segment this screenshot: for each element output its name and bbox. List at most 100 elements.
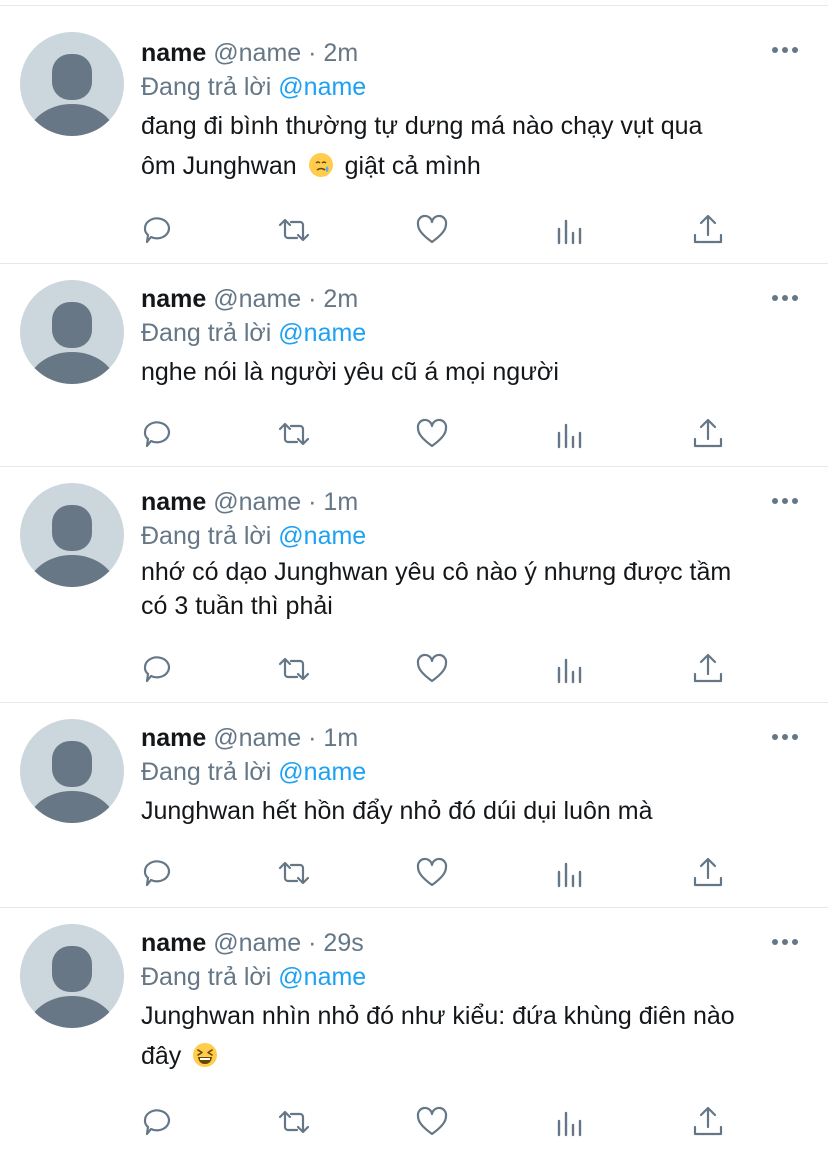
analytics-icon — [557, 219, 582, 245]
author-handle[interactable]: @name — [213, 929, 301, 957]
replying-to-handle[interactable]: @name — [278, 319, 366, 347]
replying-to: Đang trả lời @name — [141, 962, 804, 992]
separator-dot: · — [308, 724, 317, 752]
avatar[interactable] — [20, 32, 124, 136]
like-button[interactable] — [415, 652, 449, 686]
tweet-actions — [141, 1105, 731, 1139]
replying-to: Đang trả lời @name — [141, 521, 804, 551]
tweet-text: đang đi bình thường tự dưng má nào chạy … — [141, 106, 804, 186]
replying-to-handle[interactable]: @name — [278, 963, 366, 991]
tweet[interactable]: name @name · 2m Đang trả lời @name nghe … — [0, 264, 828, 467]
tweet-text-line: nhớ có dạo Junghwan yêu cô nào ý nhưng đ… — [141, 558, 732, 586]
analytics-button[interactable] — [553, 417, 587, 451]
timestamp[interactable]: 29s — [323, 929, 363, 957]
reply-button[interactable] — [141, 652, 175, 686]
avatar[interactable] — [20, 924, 124, 1028]
retweet-button[interactable] — [277, 417, 311, 451]
retweet-button[interactable] — [277, 856, 311, 890]
tweet-text-segment: giật cả mình — [344, 152, 481, 180]
author-handle[interactable]: @name — [213, 488, 301, 516]
retweet-button[interactable] — [277, 1105, 311, 1139]
share-button[interactable] — [691, 652, 725, 686]
grinning-squinting-face-emoji — [193, 1043, 218, 1067]
default-avatar-icon — [28, 741, 116, 823]
tweet[interactable]: name @name · 1m Đang trả lời @name Jungh… — [0, 703, 828, 908]
tweet-actions — [141, 417, 731, 451]
tweet-actions — [141, 652, 731, 686]
more-horizontal-icon[interactable] — [770, 936, 800, 948]
tweet-text-line: nghe nói là người yêu cũ á mọi người — [141, 358, 559, 386]
more-horizontal-icon[interactable] — [770, 292, 800, 304]
replying-to-handle[interactable]: @name — [278, 73, 366, 101]
avatar[interactable] — [20, 483, 124, 587]
timestamp[interactable]: 1m — [323, 724, 358, 752]
tweet[interactable]: name @name · 1m Đang trả lời @name nhớ c… — [0, 467, 828, 703]
tweet-header: name @name · 2m — [141, 284, 804, 314]
tweet-text-line: đây — [141, 1036, 804, 1076]
tweet-text: Junghwan hết hồn đẩy nhỏ đó dúi dụi luôn… — [141, 791, 804, 831]
author-handle[interactable]: @name — [213, 285, 301, 313]
replying-to-handle[interactable]: @name — [278, 758, 366, 786]
timestamp[interactable]: 2m — [323, 285, 358, 313]
default-avatar-icon — [28, 946, 116, 1028]
like-button[interactable] — [415, 1105, 449, 1139]
analytics-button[interactable] — [553, 856, 587, 890]
like-button[interactable] — [415, 417, 449, 451]
share-button[interactable] — [691, 1105, 725, 1139]
reply-button[interactable] — [141, 213, 175, 247]
separator-dot: · — [308, 39, 317, 67]
reply-button[interactable] — [141, 1105, 175, 1139]
analytics-button[interactable] — [553, 213, 587, 247]
reply-icon — [143, 860, 171, 887]
replying-to-label: Đang trả lời — [141, 73, 272, 101]
share-button[interactable] — [691, 856, 725, 890]
retweet-button[interactable] — [277, 213, 311, 247]
share-button[interactable] — [691, 213, 725, 247]
more-horizontal-icon[interactable] — [770, 44, 800, 56]
heart-icon — [416, 1106, 448, 1136]
author-name[interactable]: name — [141, 488, 206, 516]
retweet-button[interactable] — [277, 652, 311, 686]
reply-icon — [143, 217, 171, 244]
timestamp[interactable]: 1m — [323, 488, 358, 516]
tweet-header: name @name · 1m — [141, 487, 804, 517]
heart-icon — [416, 214, 448, 244]
author-name[interactable]: name — [141, 724, 206, 752]
heart-icon — [416, 418, 448, 448]
replying-to: Đang trả lời @name — [141, 318, 804, 348]
separator-dot: · — [308, 488, 317, 516]
replying-to-handle[interactable]: @name — [278, 522, 366, 550]
like-button[interactable] — [415, 213, 449, 247]
reply-button[interactable] — [141, 417, 175, 451]
analytics-button[interactable] — [553, 652, 587, 686]
avatar[interactable] — [20, 280, 124, 384]
author-handle[interactable]: @name — [213, 39, 301, 67]
replying-to-label: Đang trả lời — [141, 319, 272, 347]
tweet-actions — [141, 856, 731, 890]
retweet-icon — [278, 657, 310, 681]
author-name[interactable]: name — [141, 285, 206, 313]
share-button[interactable] — [691, 417, 725, 451]
timestamp[interactable]: 2m — [323, 39, 358, 67]
like-button[interactable] — [415, 856, 449, 890]
analytics-icon — [557, 862, 582, 888]
author-name[interactable]: name — [141, 39, 206, 67]
share-icon — [693, 1106, 723, 1136]
reply-button[interactable] — [141, 856, 175, 890]
more-horizontal-icon[interactable] — [770, 731, 800, 743]
share-icon — [693, 418, 723, 448]
author-handle[interactable]: @name — [213, 724, 301, 752]
tweet[interactable]: name @name · 29s Đang trả lời @name Jung… — [0, 908, 828, 1152]
tweet-header: name @name · 2m — [141, 38, 804, 68]
more-horizontal-icon[interactable] — [770, 495, 800, 507]
default-avatar-icon — [28, 302, 116, 384]
tweet-text-line: Junghwan nhìn nhỏ đó như kiểu: đứa khùng… — [141, 1002, 735, 1030]
avatar[interactable] — [20, 719, 124, 823]
tweet-header: name @name · 1m — [141, 723, 804, 753]
author-name[interactable]: name — [141, 929, 206, 957]
tweet[interactable]: name @name · 2m Đang trả lời @name đang … — [0, 6, 828, 264]
reply-icon — [143, 656, 171, 683]
tweet-text: Junghwan nhìn nhỏ đó như kiểu: đứa khùng… — [141, 996, 804, 1076]
analytics-button[interactable] — [553, 1105, 587, 1139]
crying-face-emoji — [308, 153, 333, 177]
